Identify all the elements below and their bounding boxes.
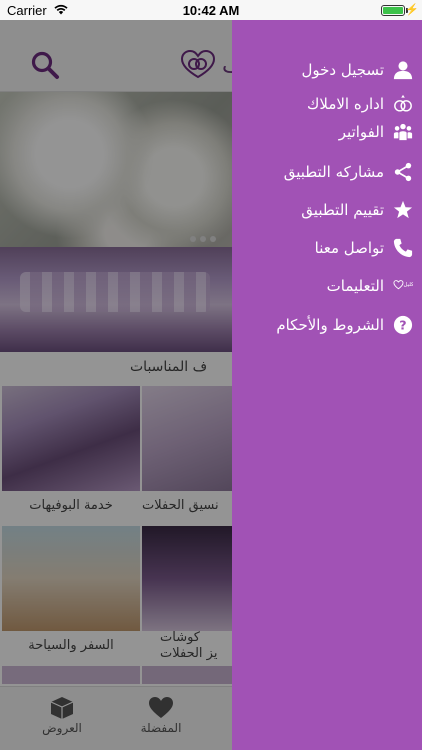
svg-text:اكليل: اكليل bbox=[403, 281, 413, 288]
menu-item-label: الفواتير bbox=[338, 123, 384, 141]
menu-item-share[interactable]: مشاركه التطبيق bbox=[232, 156, 422, 188]
share-icon bbox=[392, 161, 414, 183]
side-drawer: تسجيل دخول اداره الاملاك الفواتير مشاركه… bbox=[232, 20, 422, 750]
menu-item-invoices[interactable]: الفواتير bbox=[232, 116, 422, 148]
menu-item-login[interactable]: تسجيل دخول bbox=[232, 54, 422, 86]
menu-item-label: اداره الاملاك bbox=[307, 95, 384, 113]
star-icon bbox=[392, 199, 414, 221]
charging-icon: ⚡ bbox=[405, 4, 419, 16]
clock: 10:42 AM bbox=[182, 3, 240, 18]
menu-item-label: تواصل معنا bbox=[314, 239, 384, 257]
svg-text:?: ? bbox=[399, 318, 406, 333]
status-bar: Carrier 10:42 AM ⚡ bbox=[0, 0, 422, 20]
menu-item-terms[interactable]: ? الشروط والأحكام bbox=[232, 309, 422, 341]
menu-item-instructions[interactable]: اكليل التعليمات bbox=[232, 270, 422, 302]
menu-item-label: الشروط والأحكام bbox=[276, 316, 384, 334]
user-icon bbox=[392, 59, 414, 81]
menu-item-label: تسجيل دخول bbox=[301, 61, 385, 79]
help-icon: ? bbox=[392, 314, 414, 336]
menu-item-rate[interactable]: تقييم التطبيق bbox=[232, 194, 422, 226]
menu-item-contact[interactable]: تواصل معنا bbox=[232, 232, 422, 264]
group-icon bbox=[392, 121, 414, 143]
phone-icon bbox=[392, 237, 414, 259]
brand-logo-icon: اكليل bbox=[392, 275, 414, 297]
menu-item-label: مشاركه التطبيق bbox=[283, 163, 384, 181]
battery-icon bbox=[381, 5, 405, 16]
menu-item-label: التعليمات bbox=[326, 277, 384, 295]
menu-item-label: تقييم التطبيق bbox=[301, 201, 384, 219]
rings-icon bbox=[392, 93, 414, 115]
